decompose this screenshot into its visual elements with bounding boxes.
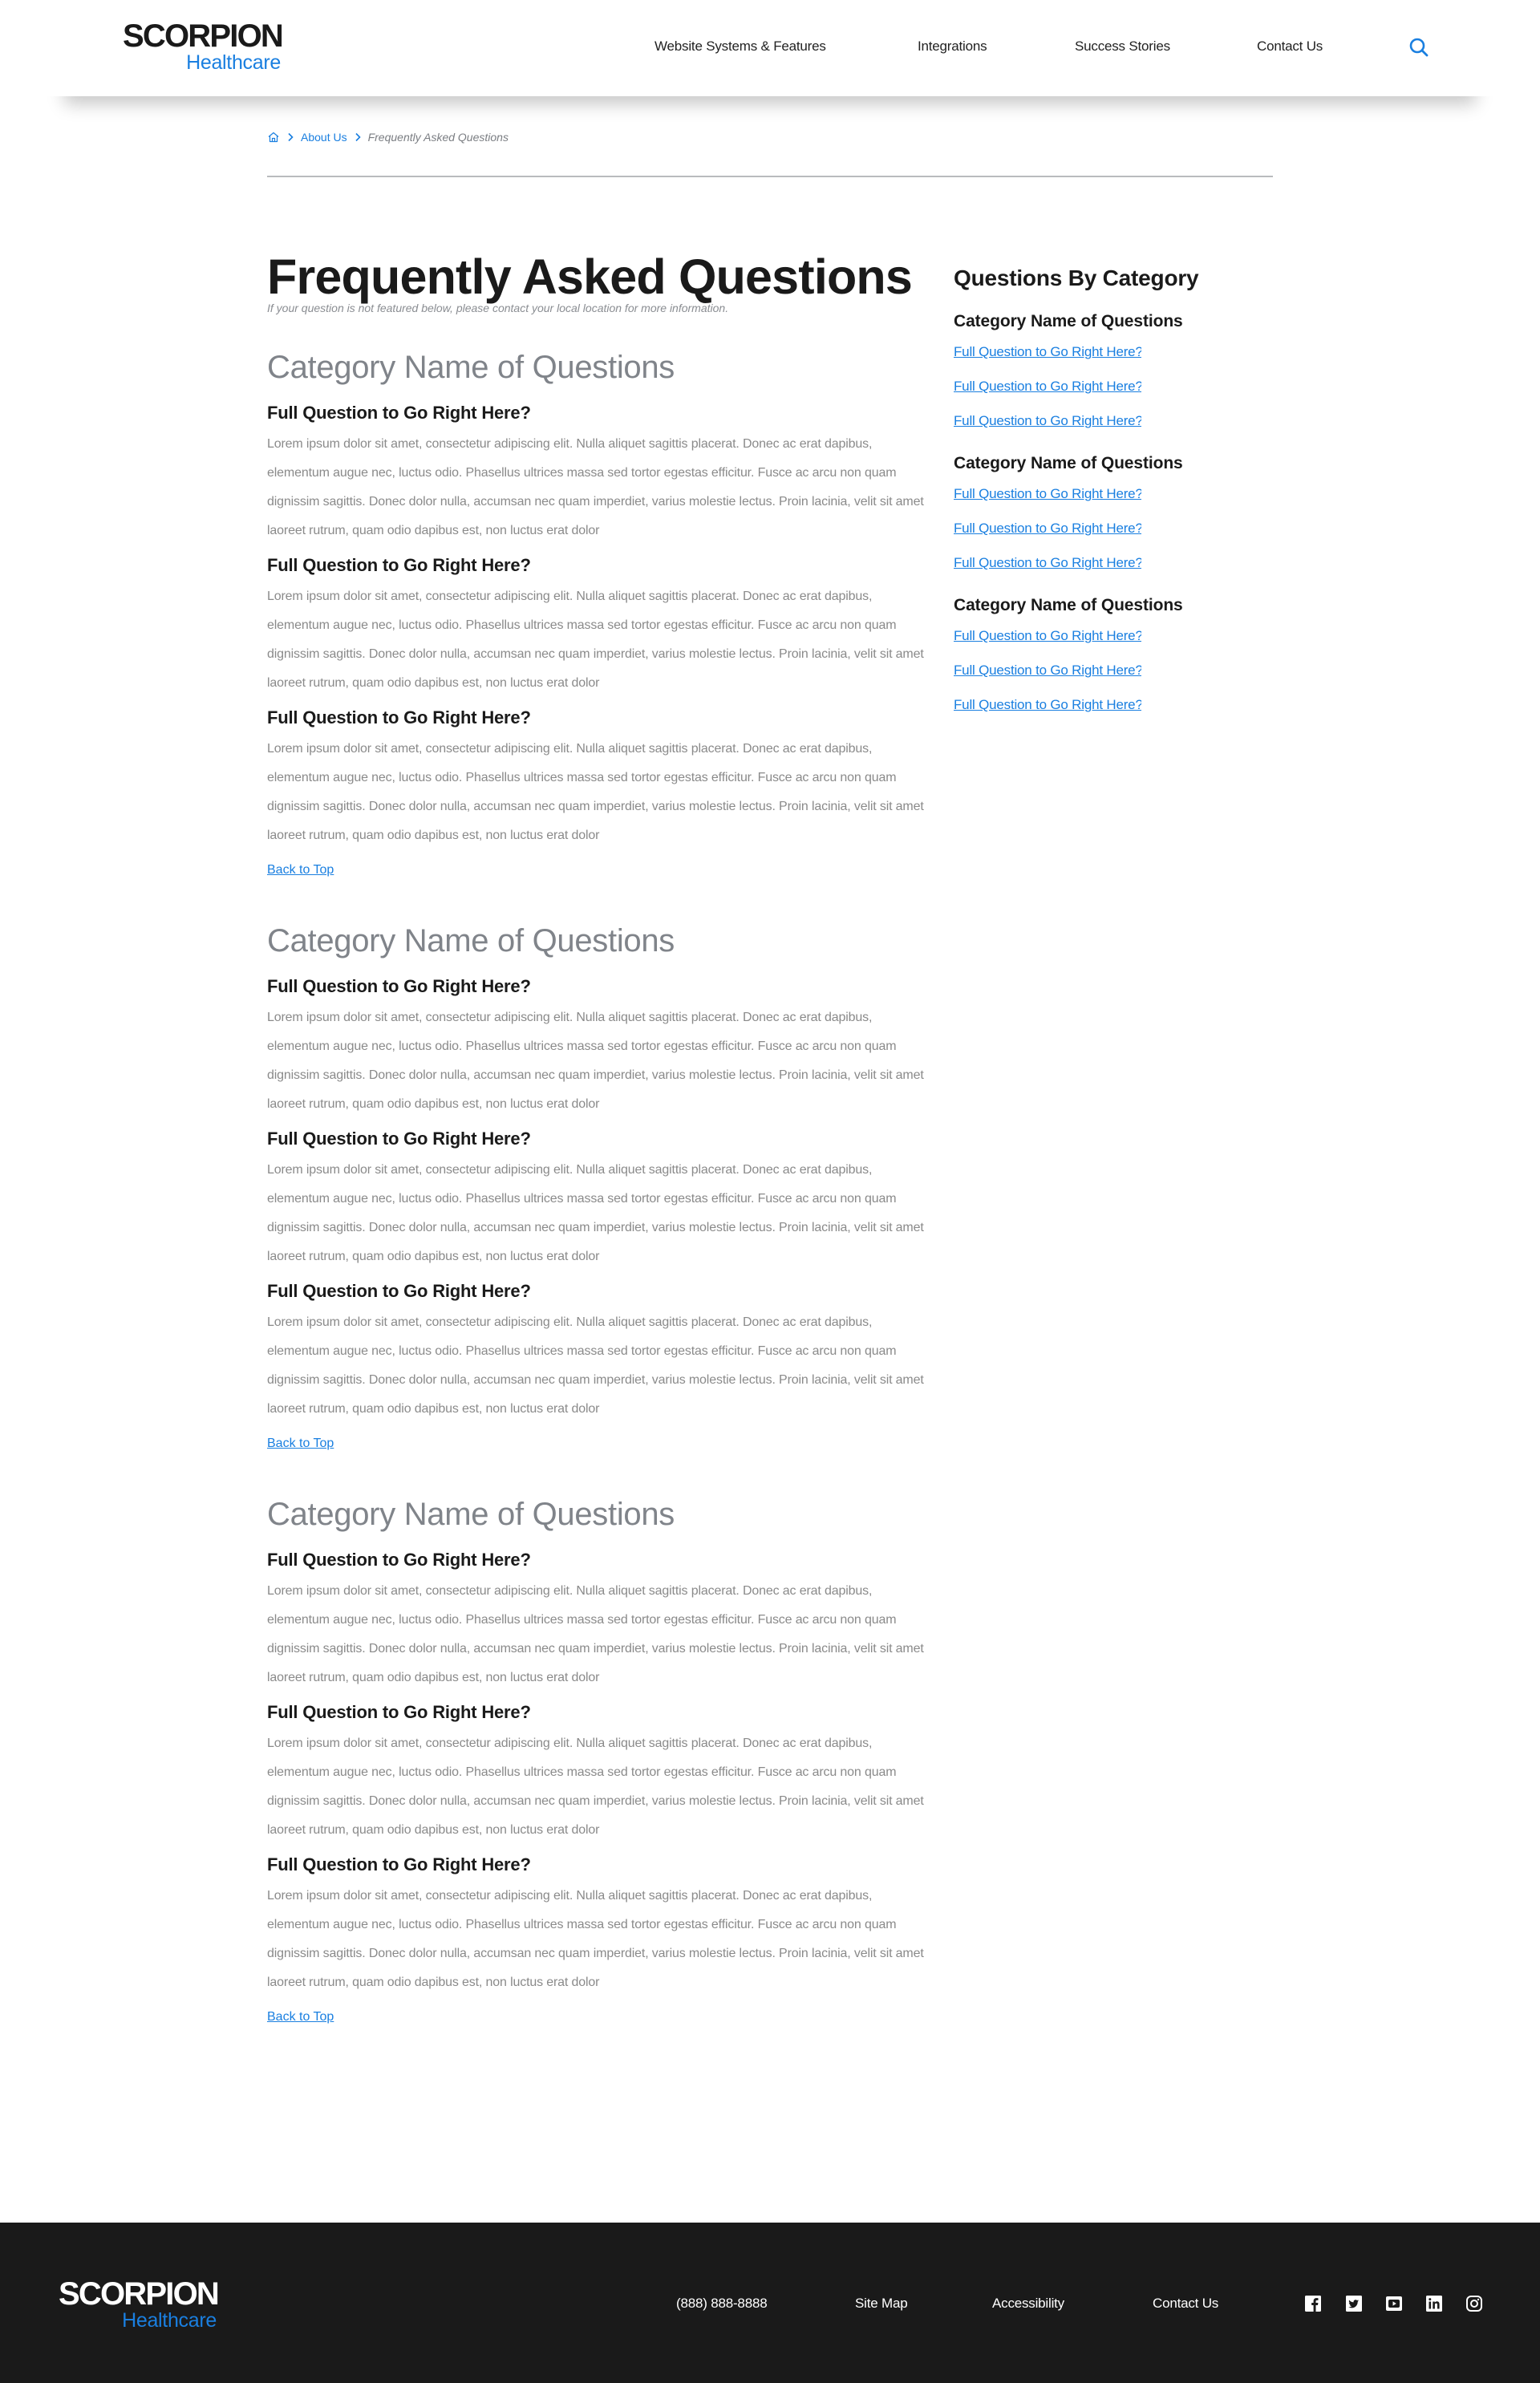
site-footer: SCORPION Healthcare (888) 888-8888 Site …	[0, 2223, 1540, 2383]
faq-item: Full Question to Go Right Here? Lorem ip…	[267, 1127, 933, 1271]
answer-text: Lorem ipsum dolor sit amet, consectetur …	[267, 437, 924, 537]
question-title: Full Question to Go Right Here?	[267, 403, 531, 423]
answer-text: Lorem ipsum dolor sit amet, consectetur …	[267, 1889, 924, 1989]
chevron-right-icon	[285, 132, 296, 143]
question-title: Full Question to Go Right Here?	[267, 707, 531, 727]
sidebar-category: Category Name of Questions Full Question…	[954, 452, 1275, 580]
question-title: Full Question to Go Right Here?	[267, 1281, 531, 1301]
answer-text: Lorem ipsum dolor sit amet, consectetur …	[267, 1737, 924, 1837]
logo-wordmark: SCORPION	[59, 2276, 220, 2312]
sidebar-title: Questions By Category	[954, 265, 1199, 290]
footer-logo[interactable]: SCORPION Healthcare	[48, 2276, 220, 2332]
sidebar-category-title: Category Name of Questions	[954, 596, 1183, 614]
sidebar-category-title: Category Name of Questions	[954, 454, 1183, 472]
sidebar-question-link[interactable]: Full Question to Go Right Here?	[954, 511, 1141, 545]
nav-item-contact-us[interactable]: Contact Us	[1257, 39, 1323, 55]
faq-item: Full Question to Go Right Here? Lorem ip…	[267, 1279, 933, 1424]
home-icon[interactable]	[267, 131, 280, 144]
question-title: Full Question to Go Right Here?	[267, 976, 531, 996]
back-to-top-link[interactable]: Back to Top	[267, 2008, 334, 2027]
answer-text: Lorem ipsum dolor sit amet, consectetur …	[267, 1163, 924, 1263]
footer-contact-us-link[interactable]: Contact Us	[1153, 2296, 1218, 2312]
faq-item: Full Question to Go Right Here? Lorem ip…	[267, 553, 933, 698]
category-title: Category Name of Questions	[267, 1497, 675, 1532]
answer-text: Lorem ipsum dolor sit amet, consectetur …	[267, 1315, 924, 1416]
instagram-icon[interactable]	[1465, 2295, 1483, 2312]
faq-item: Full Question to Go Right Here? Lorem ip…	[267, 1548, 933, 1692]
nav-item-success-stories[interactable]: Success Stories	[1075, 39, 1170, 55]
question-title: Full Question to Go Right Here?	[267, 1129, 531, 1149]
sidebar-category-title: Category Name of Questions	[954, 312, 1183, 330]
sidebar-question-link[interactable]: Full Question to Go Right Here?	[954, 403, 1141, 438]
back-to-top-link[interactable]: Back to Top	[267, 1434, 334, 1453]
youtube-icon[interactable]	[1385, 2295, 1403, 2312]
back-to-top-link[interactable]: Back to Top	[267, 861, 334, 880]
sidebar-question-link[interactable]: Full Question to Go Right Here?	[954, 687, 1141, 722]
linkedin-icon[interactable]	[1425, 2295, 1443, 2312]
breadcrumb: About Us Frequently Asked Questions	[267, 128, 509, 146]
faq-item: Full Question to Go Right Here? Lorem ip…	[267, 975, 933, 1119]
nav-item-website-systems[interactable]: Website Systems & Features	[654, 39, 826, 55]
logo-subbrand: Healthcare	[122, 2309, 217, 2332]
answer-text: Lorem ipsum dolor sit amet, consectetur …	[267, 742, 924, 842]
footer-phone-link[interactable]: (888) 888-8888	[676, 2296, 768, 2312]
breadcrumb-current: Frequently Asked Questions	[367, 131, 509, 144]
chevron-right-icon	[352, 132, 363, 143]
footer-accessibility-link[interactable]: Accessibility	[992, 2296, 1064, 2312]
faq-category: Category Name of Questions Full Question…	[267, 920, 933, 1453]
question-title: Full Question to Go Right Here?	[267, 1854, 531, 1874]
faq-item: Full Question to Go Right Here? Lorem ip…	[267, 401, 933, 545]
faq-item: Full Question to Go Right Here? Lorem ip…	[267, 706, 933, 850]
sidebar-question-link[interactable]: Full Question to Go Right Here?	[954, 545, 1141, 580]
sidebar-question-link[interactable]: Full Question to Go Right Here?	[954, 334, 1141, 369]
faq-item: Full Question to Go Right Here? Lorem ip…	[267, 1700, 933, 1845]
question-title: Full Question to Go Right Here?	[267, 1550, 531, 1570]
faq-item: Full Question to Go Right Here? Lorem ip…	[267, 1853, 933, 1997]
answer-text: Lorem ipsum dolor sit amet, consectetur …	[267, 1011, 924, 1111]
sidebar-question-link[interactable]: Full Question to Go Right Here?	[954, 653, 1141, 687]
nav-item-integrations[interactable]: Integrations	[918, 39, 987, 55]
main-nav: Website Systems & Features Integrations …	[0, 39, 1540, 58]
answer-text: Lorem ipsum dolor sit amet, consectetur …	[267, 590, 924, 690]
question-title: Full Question to Go Right Here?	[267, 1702, 531, 1722]
category-title: Category Name of Questions	[267, 350, 675, 385]
search-icon[interactable]	[1408, 37, 1429, 58]
sidebar-category: Category Name of Questions Full Question…	[954, 310, 1275, 438]
category-title: Category Name of Questions	[267, 923, 675, 958]
faq-category: Category Name of Questions Full Question…	[267, 347, 933, 880]
breadcrumb-about-us[interactable]: About Us	[301, 131, 347, 144]
sidebar-question-link[interactable]: Full Question to Go Right Here?	[954, 476, 1141, 511]
facebook-icon[interactable]	[1304, 2295, 1322, 2312]
sidebar-question-link[interactable]: Full Question to Go Right Here?	[954, 369, 1141, 403]
footer-site-map-link[interactable]: Site Map	[855, 2296, 908, 2312]
answer-text: Lorem ipsum dolor sit amet, consectetur …	[267, 1584, 924, 1684]
sidebar-question-link[interactable]: Full Question to Go Right Here?	[954, 618, 1141, 653]
twitter-icon[interactable]	[1345, 2295, 1363, 2312]
question-title: Full Question to Go Right Here?	[267, 555, 531, 575]
sidebar-category: Category Name of Questions Full Question…	[954, 594, 1275, 722]
faq-category: Category Name of Questions Full Question…	[267, 1493, 933, 2027]
category-sidebar: Questions By Category Category Name of Q…	[954, 261, 1275, 722]
site-header: SCORPION Healthcare Website Systems & Fe…	[0, 0, 1540, 96]
faq-main: Frequently Asked Questions If your quest…	[267, 241, 933, 2027]
divider	[267, 176, 1273, 177]
